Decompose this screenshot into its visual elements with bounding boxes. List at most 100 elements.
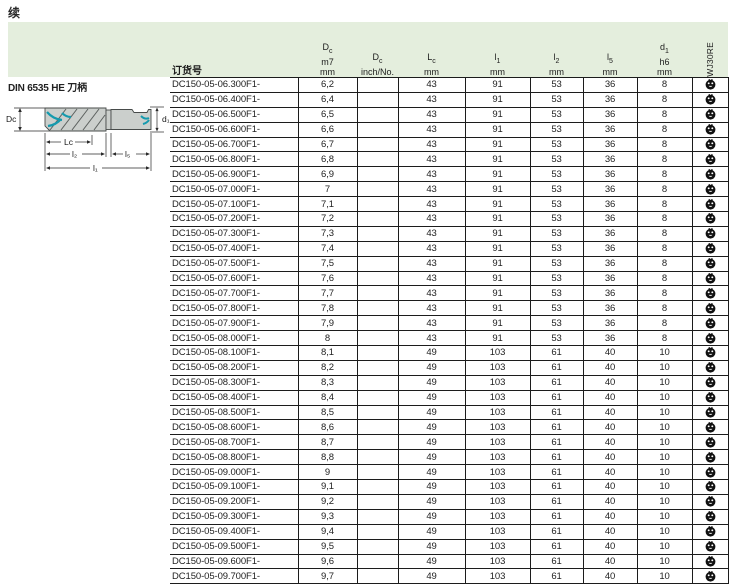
- cell-l2: 53: [530, 241, 583, 256]
- cell-l2: 61: [530, 375, 583, 390]
- cell-l5: 36: [583, 212, 637, 227]
- cell-dc_inch: [357, 212, 398, 227]
- cell-l2: 53: [530, 256, 583, 271]
- header-l5: l5 mm: [583, 22, 637, 78]
- stopwatch-icon: [705, 258, 716, 269]
- cell-wj30re: [692, 182, 728, 197]
- cell-l5: 36: [583, 241, 637, 256]
- dim-label-l5: l₅: [125, 149, 130, 159]
- cell-l2: 61: [530, 420, 583, 435]
- cell-l5: 36: [583, 122, 637, 137]
- cell-l2: 61: [530, 554, 583, 569]
- cell-l2: 53: [530, 331, 583, 346]
- cell-l2: 53: [530, 137, 583, 152]
- cell-d1: 10: [637, 346, 692, 361]
- cell-dc_inch: [357, 226, 398, 241]
- cell-wj30re: [692, 420, 728, 435]
- cell-dc_m7: 8: [298, 331, 357, 346]
- table-row: DC150-05-07.900F1-7,9439153368: [170, 316, 728, 331]
- cell-l1: 103: [465, 569, 530, 584]
- cell-dc_m7: 6,2: [298, 78, 357, 93]
- cell-lc: 43: [398, 197, 465, 212]
- cell-d1: 10: [637, 405, 692, 420]
- table-row: DC150-05-07.500F1-7,5439153368: [170, 256, 728, 271]
- cell-l2: 53: [530, 301, 583, 316]
- cell-l5: 40: [583, 360, 637, 375]
- cell-dc_inch: [357, 256, 398, 271]
- cell-dc_inch: [357, 360, 398, 375]
- cell-l5: 40: [583, 524, 637, 539]
- page-title: 续: [8, 4, 20, 21]
- drill-neck: [106, 110, 111, 130]
- cell-dc_m7: 8,3: [298, 375, 357, 390]
- cell-d1: 10: [637, 524, 692, 539]
- cell-l1: 91: [465, 256, 530, 271]
- cell-wj30re: [692, 122, 728, 137]
- stopwatch-icon: [705, 213, 716, 224]
- cell-dc_m7: 9,1: [298, 480, 357, 495]
- cell-dc_inch: [357, 301, 398, 316]
- cell-dc_inch: [357, 435, 398, 450]
- cell-order: DC150-05-07.500F1-: [170, 256, 298, 271]
- cell-l1: 103: [465, 554, 530, 569]
- cell-order: DC150-05-06.800F1-: [170, 152, 298, 167]
- stopwatch-icon: [705, 169, 716, 180]
- cell-wj30re: [692, 331, 728, 346]
- cell-wj30re: [692, 78, 728, 93]
- cell-l1: 91: [465, 286, 530, 301]
- cell-l1: 91: [465, 226, 530, 241]
- cell-d1: 8: [637, 286, 692, 301]
- cell-order: DC150-05-09.500F1-: [170, 539, 298, 554]
- stopwatch-icon: [705, 124, 716, 135]
- stopwatch-icon: [705, 243, 716, 254]
- cell-lc: 49: [398, 480, 465, 495]
- header-l2: l2 mm: [530, 22, 583, 78]
- cell-order: DC150-05-06.700F1-: [170, 137, 298, 152]
- cell-d1: 10: [637, 420, 692, 435]
- cell-d1: 8: [637, 241, 692, 256]
- cell-dc_inch: [357, 122, 398, 137]
- header-grade-wj30re: WJ30RE: [692, 22, 728, 78]
- cell-l5: 36: [583, 152, 637, 167]
- cell-dc_inch: [357, 524, 398, 539]
- cell-order: DC150-05-07.800F1-: [170, 301, 298, 316]
- cell-lc: 49: [398, 435, 465, 450]
- cell-dc_m7: 9,4: [298, 524, 357, 539]
- cell-order: DC150-05-09.100F1-: [170, 480, 298, 495]
- cell-dc_m7: 8,8: [298, 450, 357, 465]
- table-row: DC150-05-07.600F1-7,6439153368: [170, 271, 728, 286]
- cell-dc_inch: [357, 480, 398, 495]
- cell-dc_inch: [357, 271, 398, 286]
- stopwatch-icon: [705, 422, 716, 433]
- cell-wj30re: [692, 569, 728, 584]
- stopwatch-icon: [705, 154, 716, 165]
- table-row: DC150-05-06.700F1-6,7439153368: [170, 137, 728, 152]
- cell-l1: 91: [465, 167, 530, 182]
- cell-l5: 40: [583, 509, 637, 524]
- cell-d1: 8: [637, 226, 692, 241]
- cell-l2: 53: [530, 197, 583, 212]
- cell-lc: 43: [398, 107, 465, 122]
- cell-dc_m7: 6,4: [298, 92, 357, 107]
- cell-dc_m7: 7,6: [298, 271, 357, 286]
- cell-wj30re: [692, 167, 728, 182]
- cell-l2: 53: [530, 316, 583, 331]
- cell-dc_m7: 7,2: [298, 212, 357, 227]
- cell-l2: 53: [530, 212, 583, 227]
- cell-l2: 61: [530, 435, 583, 450]
- cell-d1: 10: [637, 554, 692, 569]
- stopwatch-icon: [705, 318, 716, 329]
- cell-l2: 53: [530, 152, 583, 167]
- cell-l2: 61: [530, 360, 583, 375]
- cell-lc: 49: [398, 390, 465, 405]
- cell-dc_inch: [357, 241, 398, 256]
- cell-lc: 49: [398, 554, 465, 569]
- cell-d1: 10: [637, 569, 692, 584]
- cell-wj30re: [692, 212, 728, 227]
- table-row: DC150-05-07.800F1-7,8439153368: [170, 301, 728, 316]
- table-row: DC150-05-09.200F1-9,249103614010: [170, 494, 728, 509]
- cell-d1: 8: [637, 107, 692, 122]
- cell-l1: 91: [465, 197, 530, 212]
- cell-l1: 103: [465, 375, 530, 390]
- cell-l1: 91: [465, 152, 530, 167]
